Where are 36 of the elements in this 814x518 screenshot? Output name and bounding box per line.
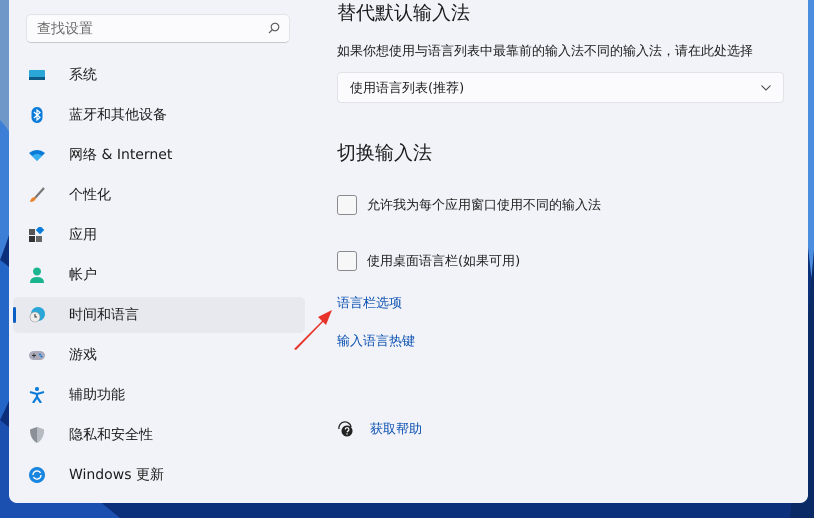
help-link[interactable]: 获取帮助 [370,420,422,438]
sidebar-item[interactable]: 帐户 [13,257,305,293]
checkbox-label: 使用桌面语言栏(如果可用) [367,253,520,270]
brush-icon [29,187,45,203]
section-heading: 替代默认输入法 [337,1,470,26]
settings-link[interactable]: 语言栏选项 [337,294,415,312]
sidebar-item[interactable]: 应用 [13,217,305,253]
input-method-dropdown[interactable]: 使用语言列表(推荐) [337,72,784,103]
sync-icon [29,467,45,483]
sidebar-item[interactable]: 网络 & Internet [13,137,305,173]
globe-clock-icon [29,307,45,323]
checkbox[interactable] [337,195,357,215]
checkbox[interactable] [337,251,357,271]
apps-icon [29,227,45,243]
chevron-down-icon [761,84,771,90]
sidebar-item[interactable]: 辅助功能 [13,377,305,413]
sidebar-item[interactable]: Windows 更新 [13,457,305,493]
sidebar-item[interactable]: 系统 [13,57,305,93]
sidebar-item[interactable]: 时间和语言 [13,297,305,333]
sidebar-item[interactable]: 隐私和安全性 [13,417,305,453]
search-field[interactable]: 查找设置 [26,14,290,43]
checkbox-label: 允许我为每个应用窗口使用不同的输入法 [367,197,601,214]
sidebar-item[interactable]: 游戏 [13,337,305,373]
monitor-icon [29,67,45,83]
sidebar-item[interactable]: 个性化 [13,177,305,213]
wifi-icon [29,147,45,163]
description-text: 如果你想使用与语言列表中最靠前的输入法不同的输入法，请在此处选择 [337,43,753,60]
settings-link[interactable]: 输入语言热键 [337,332,415,350]
search-icon [268,22,280,34]
sidebar-item[interactable]: 蓝牙和其他设备 [13,97,305,133]
section-heading: 切换输入法 [337,141,432,166]
person-icon [29,267,45,283]
bluetooth-icon [29,107,45,123]
accessibility-icon [29,387,45,403]
help-chat-icon [337,421,354,437]
shield-icon [29,427,45,443]
